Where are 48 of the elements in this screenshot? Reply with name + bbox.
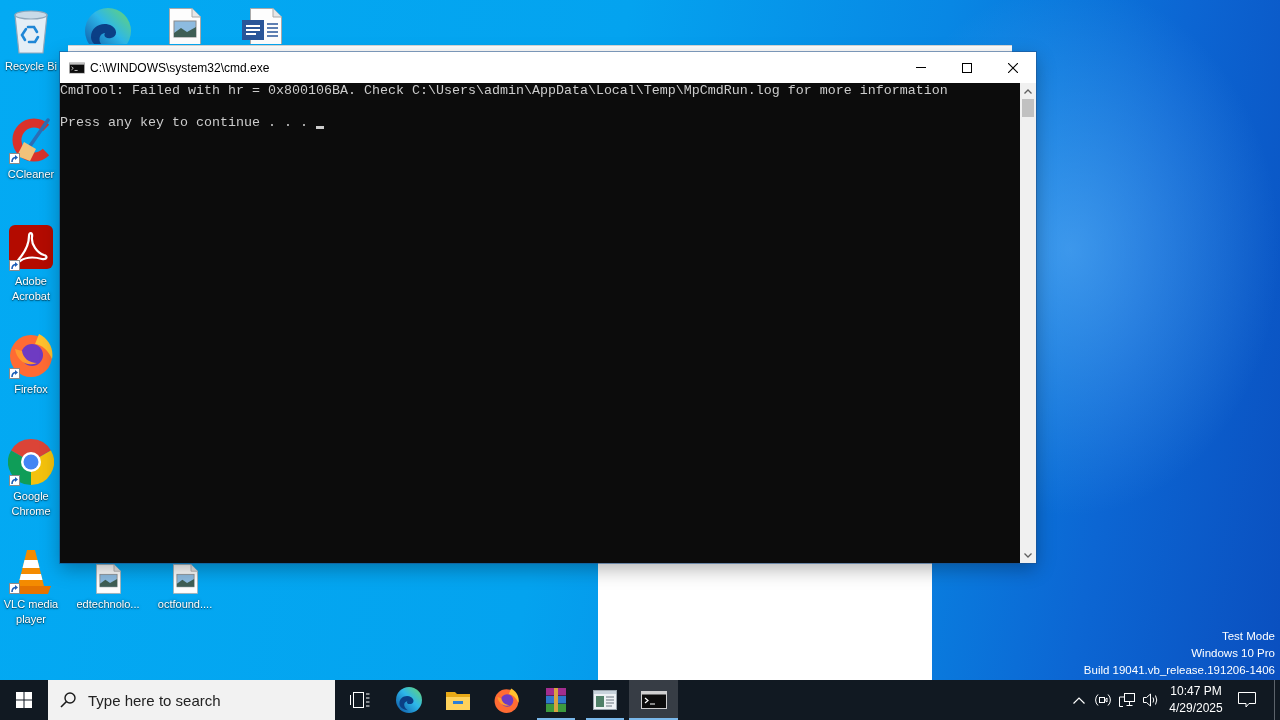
maximize-icon: [962, 62, 972, 73]
windows-logo-icon: [16, 692, 32, 708]
recycle-bin-icon[interactable]: [12, 10, 50, 54]
network-icon: [1119, 693, 1135, 707]
chevron-down-icon: [1024, 552, 1032, 558]
console-text: CmdTool: Failed with hr = 0x800106BA. Check C:\Users\admin\AppData\Local\Temp\MpCmdRun.log for more information: [60, 83, 948, 99]
system-info-text: Windows 10 Pro: [1191, 646, 1275, 661]
chevron-up-icon: [1024, 88, 1032, 94]
console-icon: [69, 61, 85, 74]
firefox-icon[interactable]: [9, 332, 53, 377]
desktop-icon-label[interactable]: VLC media player: [3, 596, 59, 627]
books-icon: [544, 688, 567, 712]
text-cursor: [315, 126, 324, 129]
scroll-thumb[interactable]: [1022, 99, 1034, 117]
desktop-icon-label[interactable]: Recycle Bi: [5, 59, 57, 74]
speaker-icon: [1143, 693, 1159, 707]
image-file-icon[interactable]: [95, 563, 121, 594]
window-icon: [592, 690, 617, 710]
system-info-text: Build 19041.vb_release.191206-1406: [1083, 663, 1275, 678]
camera-icon: [1095, 692, 1111, 708]
edge-icon: [395, 687, 422, 713]
desktop-icon-label[interactable]: edtechnolo...: [76, 596, 140, 612]
minimize-icon: [916, 67, 926, 68]
search-icon: [60, 692, 76, 708]
taskbar-app-button[interactable]: [629, 680, 678, 720]
chrome-icon[interactable]: [8, 439, 54, 485]
task-view-icon: [349, 692, 370, 708]
desktop-icon-label[interactable]: Firefox: [14, 381, 48, 397]
document-icon[interactable]: [242, 8, 282, 44]
window-title: C:\WINDOWS\system32\cmd.exe: [90, 60, 270, 75]
system-info-text: Test Mode: [1221, 629, 1275, 644]
image-file-icon[interactable]: [169, 8, 201, 44]
image-file-icon[interactable]: [172, 563, 198, 594]
acrobat-icon[interactable]: [9, 225, 53, 269]
desktop-icon-label[interactable]: Adobe Acrobat: [3, 274, 59, 304]
desktop-icon-label[interactable]: CCleaner: [7, 166, 55, 182]
clock-button[interactable]: 10:47 PM 4/29/2025: [1166, 680, 1226, 720]
close-icon: [1008, 62, 1018, 73]
desktop-icon-label[interactable]: Google Chrome: [3, 489, 59, 519]
folder-icon: [445, 690, 470, 710]
firefox-icon: [494, 687, 519, 713]
speech-bubble-icon: [1238, 692, 1256, 708]
desktop-icon-label[interactable]: octfound....: [157, 596, 213, 612]
search-field[interactable]: Type here to search: [48, 680, 335, 720]
console-icon: [640, 691, 667, 709]
console-text: Press any key to continue . . .: [60, 115, 309, 131]
scrollbar[interactable]: [1020, 83, 1036, 563]
chevron-up-icon: [1073, 696, 1085, 704]
